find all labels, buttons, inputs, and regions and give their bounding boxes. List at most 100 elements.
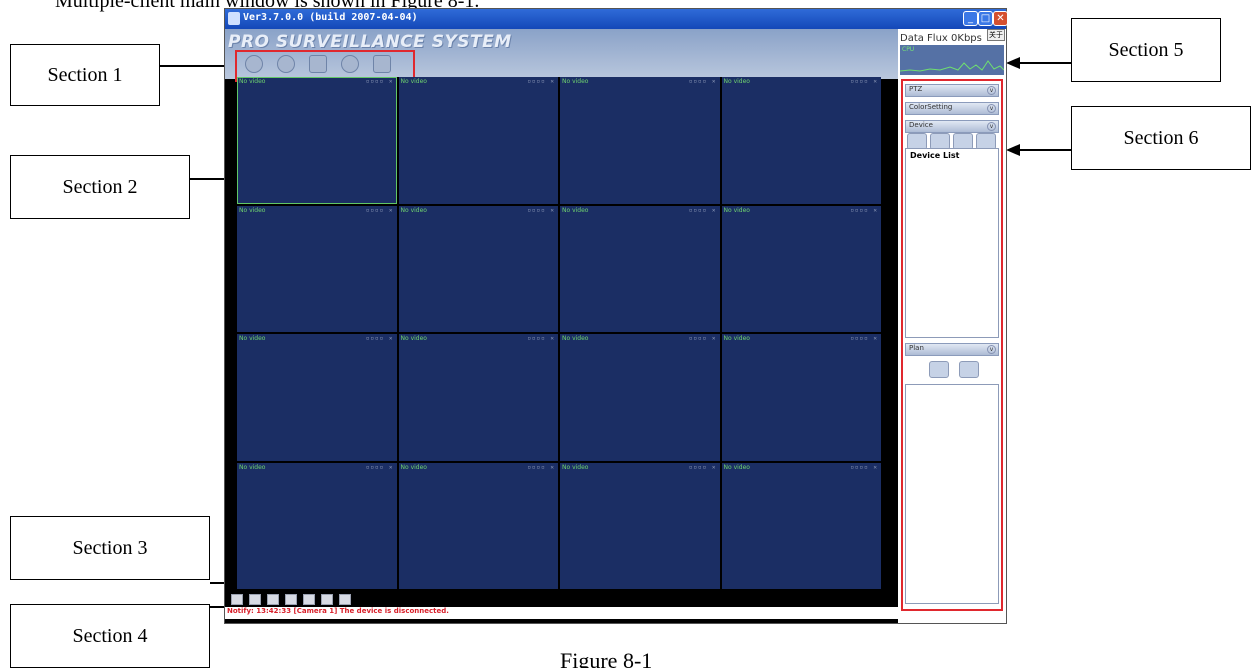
cell-controls-icon[interactable]: ▫▫▫▫ ✕ — [366, 78, 394, 85]
ptz-panel-header[interactable]: PTZ v — [905, 84, 999, 97]
video-cell[interactable]: No video ▫▫▫▫ ✕ — [237, 205, 397, 332]
callout-label: Section 2 — [62, 175, 138, 198]
plan-stop-icon[interactable] — [959, 361, 979, 378]
data-flux-label: Data Flux 0Kbps — [900, 33, 982, 44]
plan-panel-header[interactable]: Plan v — [905, 343, 999, 356]
video-cell[interactable]: No video ▫▫▫▫ ✕ — [560, 77, 720, 204]
video-cell[interactable]: No video ▫▫▫▫ ✕ — [721, 462, 881, 589]
color-label: ColorSetting — [909, 103, 953, 111]
brand-title: PRO SURVEILLANCE SYSTEM — [228, 32, 512, 52]
video-grid: No video ▫▫▫▫ ✕ No video ▫▫▫▫ ✕ No video ▫▫▫▫… — [237, 77, 881, 589]
cell-status-label: No video — [400, 78, 427, 85]
plan-label: Plan — [909, 344, 924, 352]
side-bar: Data Flux 0Kbps 关于 CPU PTZ v ColorSettin… — [898, 29, 1006, 623]
cell-status-label: No video — [239, 78, 266, 85]
section-6-highlight: PTZ v ColorSetting v Device v Device Lis… — [901, 79, 1003, 611]
layout-8-icon[interactable] — [285, 594, 297, 605]
plan-buttons — [929, 361, 979, 378]
ptz-label: PTZ — [909, 85, 923, 93]
callout-section-1: Section 1 — [10, 44, 160, 106]
callout-label: Section 5 — [1108, 38, 1184, 61]
video-cell[interactable]: No video ▫▫▫▫ ✕ — [560, 205, 720, 332]
cell-controls-icon[interactable]: ▫▫▫▫ ✕ — [527, 207, 555, 214]
video-cell[interactable]: No video ▫▫▫▫ ✕ — [721, 205, 881, 332]
device-panel-header[interactable]: Device v — [905, 120, 999, 133]
cpu-waveform — [900, 60, 1004, 72]
device-label: Device — [909, 121, 933, 129]
callout-section-3: Section 3 — [10, 516, 210, 580]
arrow-section-5 — [1015, 62, 1071, 64]
cell-controls-icon[interactable]: ▫▫▫▫ ✕ — [689, 207, 717, 214]
layout-16-icon[interactable] — [321, 594, 333, 605]
cell-status-label: No video — [723, 206, 750, 214]
client-window: Ver3.7.0.0 (build 2007-04-04) _ □ ✕ PRO … — [224, 8, 1008, 624]
layout-1-icon[interactable] — [231, 594, 243, 605]
video-cell[interactable]: No video ▫▫▫▫ ✕ — [237, 462, 397, 589]
layout-4-icon[interactable] — [249, 594, 261, 605]
layout-6-icon[interactable] — [267, 594, 279, 605]
video-cell[interactable]: No video ▫▫▫▫ ✕ — [721, 77, 881, 204]
callout-section-6: Section 6 — [1071, 106, 1251, 170]
plan-start-icon[interactable] — [929, 361, 949, 378]
video-cell[interactable]: No video ▫▫▫▫ ✕ — [560, 462, 720, 589]
title-bar[interactable]: Ver3.7.0.0 (build 2007-04-04) _ □ ✕ — [225, 9, 1008, 29]
cell-controls-icon[interactable]: ▫▫▫▫ ✕ — [527, 464, 555, 471]
callout-label: Section 1 — [47, 63, 123, 86]
notify-bar: Notify: 13:42:33 [Camera 1] The device i… — [225, 607, 898, 619]
cell-controls-icon[interactable]: ▫▫▫▫ ✕ — [366, 207, 394, 214]
app-logo-icon — [228, 12, 240, 25]
maximize-button[interactable]: □ — [978, 11, 993, 26]
device-list[interactable]: Device List — [905, 148, 999, 338]
cell-status-label: No video — [562, 335, 589, 342]
cell-status-label: No video — [562, 463, 589, 471]
cell-controls-icon[interactable]: ▫▫▫▫ ✕ — [527, 335, 555, 342]
plan-list[interactable] — [905, 384, 999, 604]
cell-status-label: No video — [562, 78, 589, 85]
chevron-down-icon[interactable]: v — [987, 104, 996, 113]
cell-controls-icon[interactable]: ▫▫▫▫ ✕ — [689, 335, 717, 342]
arrow-section-6 — [1015, 149, 1071, 151]
video-cell[interactable]: No video ▫▫▫▫ ✕ — [398, 462, 558, 589]
callout-section-5: Section 5 — [1071, 18, 1221, 82]
chevron-down-icon[interactable]: v — [987, 345, 996, 354]
video-cell[interactable]: No video ▫▫▫▫ ✕ — [560, 334, 720, 461]
arrowhead-section-5 — [1006, 57, 1020, 69]
chevron-down-icon[interactable]: v — [987, 86, 996, 95]
video-cell[interactable]: No video ▫▫▫▫ ✕ — [237, 334, 397, 461]
cell-controls-icon[interactable]: ▫▫▫▫ ✕ — [527, 78, 555, 85]
video-cell[interactable]: No video ▫▫▫▫ ✕ — [721, 334, 881, 461]
cell-controls-icon[interactable]: ▫▫▫▫ ✕ — [850, 207, 878, 214]
close-button[interactable]: ✕ — [993, 11, 1008, 26]
window-title: Ver3.7.0.0 (build 2007-04-04) — [243, 12, 418, 23]
cell-controls-icon[interactable]: ▫▫▫▫ ✕ — [689, 464, 717, 471]
arrowhead-section-6 — [1006, 144, 1020, 156]
video-cell[interactable]: No video ▫▫▫▫ ✕ — [398, 334, 558, 461]
cell-controls-icon[interactable]: ▫▫▫▫ ✕ — [366, 464, 394, 471]
chevron-down-icon[interactable]: v — [987, 122, 996, 131]
cell-status-label: No video — [400, 463, 427, 471]
fullscreen-icon[interactable] — [339, 594, 351, 605]
video-cell[interactable]: No video ▫▫▫▫ ✕ — [398, 77, 558, 204]
layout-toolbar — [231, 594, 351, 605]
cell-controls-icon[interactable]: ▫▫▫▫ ✕ — [850, 335, 878, 342]
cell-status-label: No video — [723, 335, 750, 342]
cell-controls-icon[interactable]: ▫▫▫▫ ✕ — [850, 78, 878, 85]
callout-section-2: Section 2 — [10, 155, 190, 219]
color-panel-header[interactable]: ColorSetting v — [905, 102, 999, 115]
video-cell[interactable]: No video ▫▫▫▫ ✕ — [237, 77, 397, 204]
cell-controls-icon[interactable]: ▫▫▫▫ ✕ — [850, 464, 878, 471]
cell-status-label: No video — [723, 78, 750, 85]
callout-section-4: Section 4 — [10, 604, 210, 668]
layout-9-icon[interactable] — [303, 594, 315, 605]
language-button[interactable]: 关于 — [987, 29, 1005, 41]
cell-status-label: No video — [400, 335, 427, 342]
cell-status-label: No video — [239, 206, 266, 214]
callout-label: Section 3 — [72, 536, 148, 559]
cell-controls-icon[interactable]: ▫▫▫▫ ✕ — [689, 78, 717, 85]
cell-status-label: No video — [239, 463, 266, 471]
minimize-button[interactable]: _ — [963, 11, 978, 26]
video-cell[interactable]: No video ▫▫▫▫ ✕ — [398, 205, 558, 332]
device-list-root[interactable]: Device List — [910, 151, 959, 160]
cell-controls-icon[interactable]: ▫▫▫▫ ✕ — [366, 335, 394, 342]
callout-label: Section 4 — [72, 624, 148, 647]
